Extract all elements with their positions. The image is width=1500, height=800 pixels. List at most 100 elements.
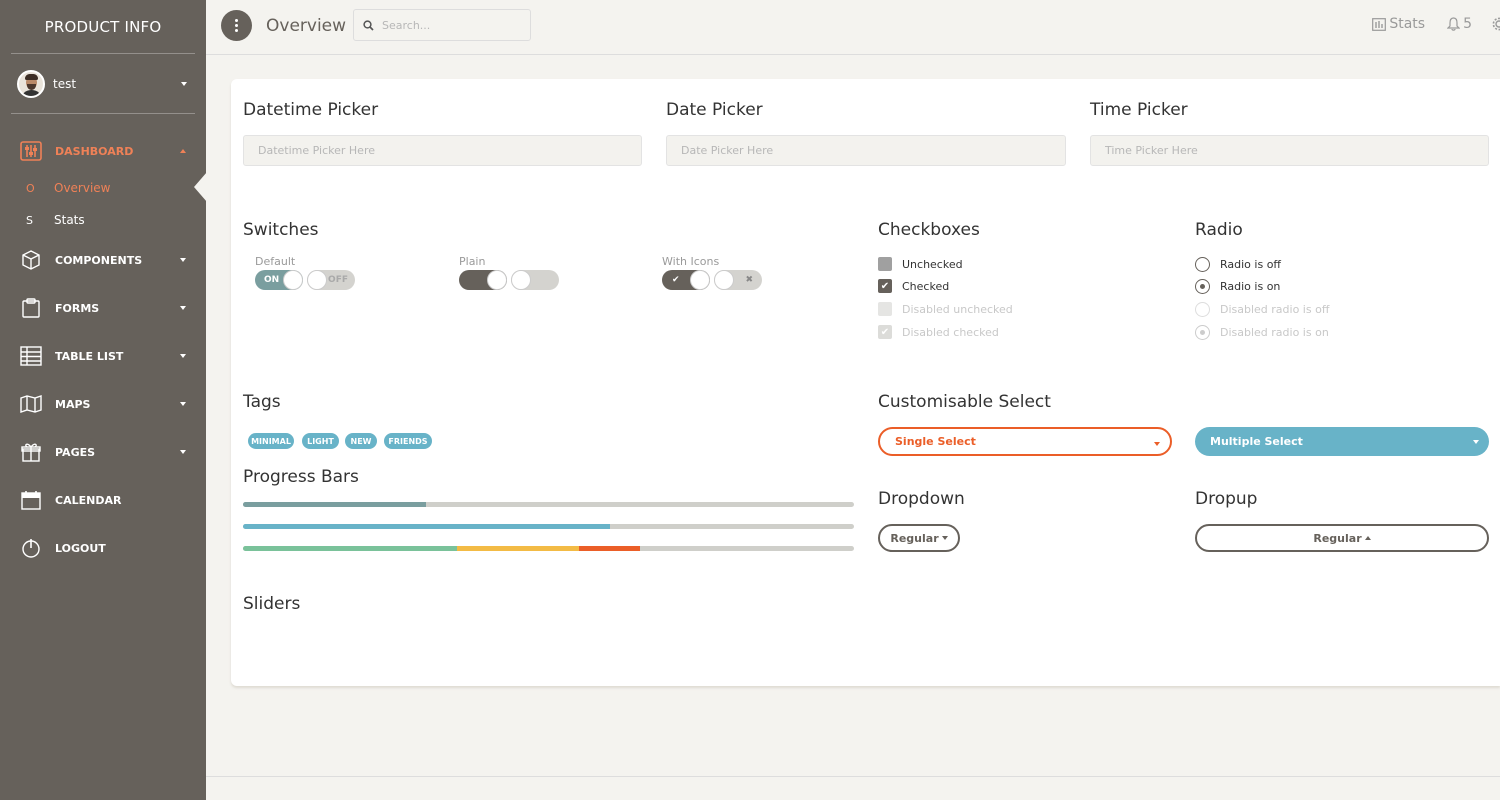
date-picker-title: Date Picker (666, 100, 763, 120)
radio-label: Disabled radio is on (1220, 326, 1329, 339)
user-menu[interactable]: test (11, 54, 195, 114)
dropup-button[interactable]: Regular (1195, 524, 1489, 552)
brand-logo-text[interactable]: PRODUCT INFO (11, 0, 195, 54)
tag-item[interactable]: FRIENDS (384, 433, 432, 449)
radio-label: Radio is off (1220, 258, 1281, 271)
sidebar-item-pages[interactable]: PAGES (0, 428, 206, 476)
switch-icons-on[interactable]: ✔ (662, 270, 710, 290)
sidebar-item-components[interactable]: COMPONENTS (0, 236, 206, 284)
progress-bar (243, 502, 854, 507)
sidebar: PRODUCT INFO test DASHBOARD O Overview S… (0, 0, 207, 800)
switch-off-text: OFF (328, 275, 348, 285)
radio-label: Radio is on (1220, 280, 1281, 293)
chevron-up-icon (1364, 536, 1371, 540)
checkboxes-title: Checkboxes (878, 220, 980, 240)
search-input[interactable] (382, 18, 522, 32)
tag-item[interactable]: NEW (345, 433, 377, 449)
sidebar-item-label: CALENDAR (55, 493, 122, 507)
radio-label: Disabled radio is off (1220, 303, 1330, 316)
sliders-title: Sliders (243, 594, 301, 614)
footer-divider (206, 776, 1500, 777)
sidebar-item-forms[interactable]: FORMS (0, 284, 206, 332)
progress-segment (579, 546, 641, 551)
progress-segment (243, 502, 427, 507)
bell-icon (1447, 17, 1461, 31)
chevron-up-icon (180, 149, 186, 153)
chevron-down-icon (180, 402, 186, 406)
dropup-title: Dropup (1195, 489, 1258, 509)
sidebar-item-table-list[interactable]: TABLE LIST (0, 332, 206, 380)
search-box[interactable] (353, 9, 531, 41)
switch-plain-off[interactable] (511, 270, 559, 290)
gear-icon[interactable] (1492, 17, 1500, 31)
dropdown-button-label: Regular (890, 531, 939, 545)
tags-title: Tags (243, 392, 281, 412)
tag-item[interactable]: MINIMAL (248, 433, 294, 449)
chevron-down-icon (1154, 442, 1160, 446)
time-picker-input[interactable] (1090, 135, 1489, 166)
checkbox-checked[interactable]: ✔ Checked (878, 279, 949, 293)
checkbox-unchecked[interactable]: Unchecked (878, 257, 963, 271)
chevron-down-icon (1473, 440, 1479, 444)
sidebar-item-label: MAPS (55, 397, 91, 411)
notifications-button[interactable]: 5 (1447, 16, 1472, 32)
sidebar-item-label: LOGOUT (55, 541, 106, 555)
check-icon: ✔ (878, 279, 892, 293)
single-select[interactable]: Single Select (878, 427, 1172, 456)
radio-disabled-on: Disabled radio is on (1195, 325, 1329, 340)
sidebar-subitem-stats[interactable]: S Stats (0, 204, 206, 236)
datetime-picker-title: Datetime Picker (243, 100, 379, 120)
more-vertical-icon[interactable] (221, 10, 252, 41)
dropdown-title: Dropdown (878, 489, 965, 509)
sidebar-item-label: COMPONENTS (55, 253, 143, 267)
sidebar-item-logout[interactable]: LOGOUT (0, 524, 206, 572)
switch-default-off[interactable]: OFF (307, 270, 355, 290)
date-picker-input[interactable] (666, 135, 1066, 166)
dropup-button-label: Regular (1313, 531, 1362, 545)
switch-icons-off[interactable]: ✖ (714, 270, 762, 290)
checkbox-label: Disabled checked (902, 325, 999, 339)
sidebar-subitem-label: Overview (54, 181, 111, 195)
sidebar-subitem-mini: O (26, 181, 35, 195)
switch-plain-label: Plain (459, 255, 486, 268)
switch-default-label: Default (255, 255, 296, 268)
progress-bars-title: Progress Bars (243, 467, 359, 487)
sidebar-item-label: PAGES (55, 445, 96, 459)
datetime-picker-input[interactable] (243, 135, 642, 166)
checkbox-label: Checked (902, 279, 950, 293)
single-select-value: Single Select (895, 435, 976, 448)
switch-default-on[interactable]: ON (255, 270, 303, 290)
checkbox-label: Unchecked (902, 257, 963, 271)
checkbox-label: Disabled unchecked (902, 302, 1013, 316)
progress-segment (243, 546, 457, 551)
radio-on[interactable]: Radio is on (1195, 279, 1280, 294)
sidebar-item-calendar[interactable]: CALENDAR (0, 476, 206, 524)
checkbox-disabled-unchecked: Disabled unchecked (878, 302, 1013, 316)
sidebar-item-label: TABLE LIST (55, 349, 124, 363)
switch-on-text: ON (264, 275, 280, 285)
page-title: Overview (266, 16, 347, 36)
switch-plain-on[interactable] (459, 270, 507, 290)
sidebar-subitem-overview[interactable]: O Overview (0, 172, 207, 204)
chevron-down-icon (941, 536, 948, 540)
notifications-count: 5 (1463, 16, 1472, 32)
progress-bar-stacked (243, 546, 854, 551)
radio-off[interactable]: Radio is off (1195, 257, 1281, 272)
sidebar-item-maps[interactable]: MAPS (0, 380, 206, 428)
chart-icon (1372, 17, 1387, 31)
tag-item[interactable]: LIGHT (302, 433, 339, 449)
sidebar-item-dashboard[interactable]: DASHBOARD (0, 130, 206, 172)
chevron-down-icon (180, 258, 186, 262)
chevron-down-icon (180, 450, 186, 454)
progress-segment (456, 546, 580, 551)
multiple-select[interactable]: Multiple Select (1195, 427, 1489, 456)
user-name: test (53, 76, 77, 91)
stats-link[interactable]: Stats (1372, 16, 1425, 32)
power-icon (20, 537, 42, 559)
dropdown-button[interactable]: Regular (878, 524, 960, 552)
sidebar-subitem-label: Stats (54, 213, 85, 227)
progress-bar (243, 524, 854, 529)
active-indicator (194, 172, 207, 202)
avatar (17, 69, 45, 98)
chevron-down-icon (180, 354, 186, 358)
